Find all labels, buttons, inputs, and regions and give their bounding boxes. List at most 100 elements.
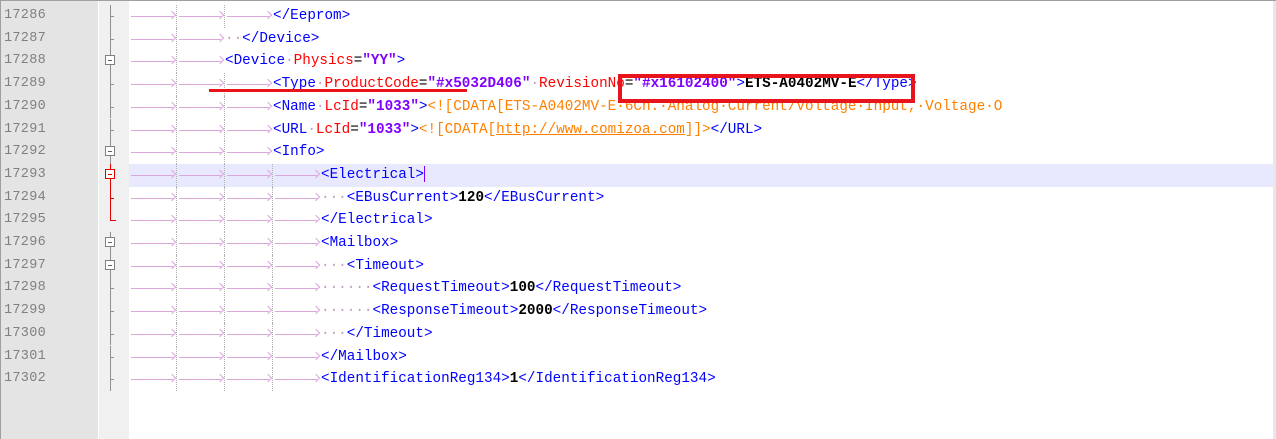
tab-arrow-icon <box>225 368 273 391</box>
code-text[interactable]: <Device·Physics="YY"> <box>129 50 1276 74</box>
code-text[interactable]: ······<ResponseTimeout>2000</ResponseTim… <box>129 300 1276 323</box>
minus-box-icon[interactable] <box>105 146 115 157</box>
minus-box-icon[interactable] <box>105 259 115 270</box>
token-tag: <Info> <box>273 144 325 161</box>
code-text[interactable]: <URL·LcId="1033"><![CDATA[http://www.com… <box>129 118 1276 142</box>
token-tag: </EBusCurrent> <box>484 189 605 206</box>
code-text[interactable]: ··</Device> <box>129 27 1276 51</box>
line-number[interactable]: 17292 <box>4 141 94 164</box>
fold-collapse-icon[interactable] <box>105 50 117 74</box>
line-number[interactable]: 17295 <box>4 209 94 232</box>
code-text[interactable]: <Mailbox> <box>129 232 1276 255</box>
tab-arrow-icon <box>273 300 321 323</box>
indent-guide <box>272 232 273 255</box>
line-number[interactable]: 17298 <box>4 277 94 300</box>
code-text[interactable]: </Mailbox> <box>129 345 1276 369</box>
line-number[interactable]: 17288 <box>4 50 94 73</box>
fold-collapse-icon[interactable] <box>105 141 117 164</box>
code-text[interactable]: ···<Timeout> <box>129 254 1276 278</box>
fold-collapse-icon[interactable] <box>105 163 117 187</box>
code-line[interactable]: 17288 <Device·Physics="YY"> <box>1 50 1276 74</box>
token-tag: <Name <box>273 98 316 115</box>
line-number[interactable]: 17302 <box>4 368 94 391</box>
line-number[interactable]: 17290 <box>4 96 94 119</box>
fold-guide <box>105 73 117 96</box>
minus-box-icon[interactable] <box>105 168 115 179</box>
line-number[interactable]: 17294 <box>4 187 94 210</box>
code-line[interactable]: 17286 </Eeprom> <box>1 5 1276 28</box>
code-line[interactable]: 17293 <Electrical> <box>1 163 1276 187</box>
fold-guide-tick <box>110 16 114 17</box>
line-number[interactable]: 17296 <box>4 232 94 255</box>
tab-indent <box>129 187 321 210</box>
code-line[interactable]: 17297 ···<Timeout> <box>1 254 1276 278</box>
code-line[interactable]: 17292 <Info> <box>1 141 1276 164</box>
indent-guide <box>272 254 273 278</box>
line-number[interactable]: 17289 <box>4 73 94 96</box>
tab-arrow-icon <box>225 96 273 119</box>
fold-guide-tick <box>110 197 114 199</box>
code-line[interactable]: 17291 <URL·LcId="1033"><![CDATA[http://ww… <box>1 118 1276 142</box>
code-line[interactable]: 17294 ···<EBusCurrent>120</EBusCurrent> <box>1 186 1276 210</box>
code-line[interactable]: 17302 <IdentificationReg134>1</Identifica… <box>1 368 1276 391</box>
token-tag: > <box>410 121 419 138</box>
code-line[interactable]: 17299 ······<ResponseTimeout>2000</Respon… <box>1 300 1276 323</box>
tab-arrow-icon <box>129 209 177 232</box>
code-line[interactable]: 17296 <Mailbox> <box>1 232 1276 255</box>
code-editor[interactable]: 17286 </Eeprom> 17287 ··</Device> 17288 <Devi… <box>0 0 1276 439</box>
code-line[interactable]: 17301 </Mailbox> <box>1 345 1276 369</box>
code-text[interactable]: <IdentificationReg134>1</IdentificationR… <box>129 368 1276 391</box>
line-number[interactable]: 17293 <box>4 164 94 187</box>
fold-guide-tick <box>110 311 114 313</box>
token-tag: </RequestTimeout> <box>535 280 682 297</box>
code-text[interactable]: <Info> <box>129 141 1276 164</box>
tab-arrow-icon <box>129 346 177 369</box>
tab-arrow-icon <box>129 50 177 73</box>
line-number[interactable]: 17286 <box>4 5 94 28</box>
indent-guide <box>176 300 177 323</box>
tab-arrow-icon <box>177 232 225 255</box>
indent-guide <box>224 73 225 96</box>
indent-guide <box>176 27 177 51</box>
line-number[interactable]: 17291 <box>4 119 94 142</box>
tab-arrow-icon <box>225 187 273 210</box>
tab-arrow-icon <box>225 323 273 346</box>
indent-guide <box>224 95 225 119</box>
tab-arrow-icon <box>273 187 321 210</box>
code-text[interactable]: </Eeprom> <box>129 5 1276 28</box>
line-number[interactable]: 17300 <box>4 323 94 346</box>
line-number[interactable]: 17287 <box>4 28 94 51</box>
fold-guide <box>105 186 117 210</box>
code-line[interactable]: 17298 ······<RequestTimeout>100</RequestT… <box>1 277 1276 301</box>
line-number[interactable]: 17297 <box>4 255 94 278</box>
code-text[interactable]: ···</Timeout> <box>129 322 1276 346</box>
code-text[interactable]: <Electrical> <box>129 163 1276 187</box>
line-number[interactable]: 17299 <box>4 300 94 323</box>
tab-arrow-icon <box>273 255 321 278</box>
fold-guide <box>105 118 117 142</box>
line-number[interactable]: 17301 <box>4 346 94 369</box>
tab-arrow-icon <box>273 346 321 369</box>
token-text: 120 <box>458 189 485 206</box>
minus-box-icon[interactable] <box>105 237 115 247</box>
indent-guide <box>176 368 177 391</box>
tab-arrow-icon <box>225 164 273 187</box>
token-ws: · <box>530 76 540 93</box>
fold-collapse-icon[interactable] <box>105 254 117 278</box>
code-line[interactable]: 17287 ··</Device> <box>1 27 1276 51</box>
code-text[interactable]: ···<EBusCurrent>120</EBusCurrent> <box>129 186 1276 210</box>
token-ws: · <box>285 53 294 70</box>
code-line[interactable]: 17295 </Electrical> <box>1 209 1276 232</box>
indent-guide <box>272 322 273 346</box>
minus-box-icon[interactable] <box>105 55 115 66</box>
tab-arrow-icon <box>177 50 225 73</box>
whitespace-dots: ······ <box>321 280 373 297</box>
code-text[interactable]: </Electrical> <box>129 209 1276 232</box>
code-text[interactable]: ······<RequestTimeout>100</RequestTimeou… <box>129 277 1276 301</box>
fold-collapse-icon[interactable] <box>105 232 117 255</box>
code-line[interactable]: 17300 ···</Timeout> <box>1 322 1276 346</box>
tab-arrow-icon <box>129 5 177 28</box>
indent-guide <box>176 232 177 255</box>
indent-guide <box>176 322 177 346</box>
tab-indent <box>129 209 321 232</box>
